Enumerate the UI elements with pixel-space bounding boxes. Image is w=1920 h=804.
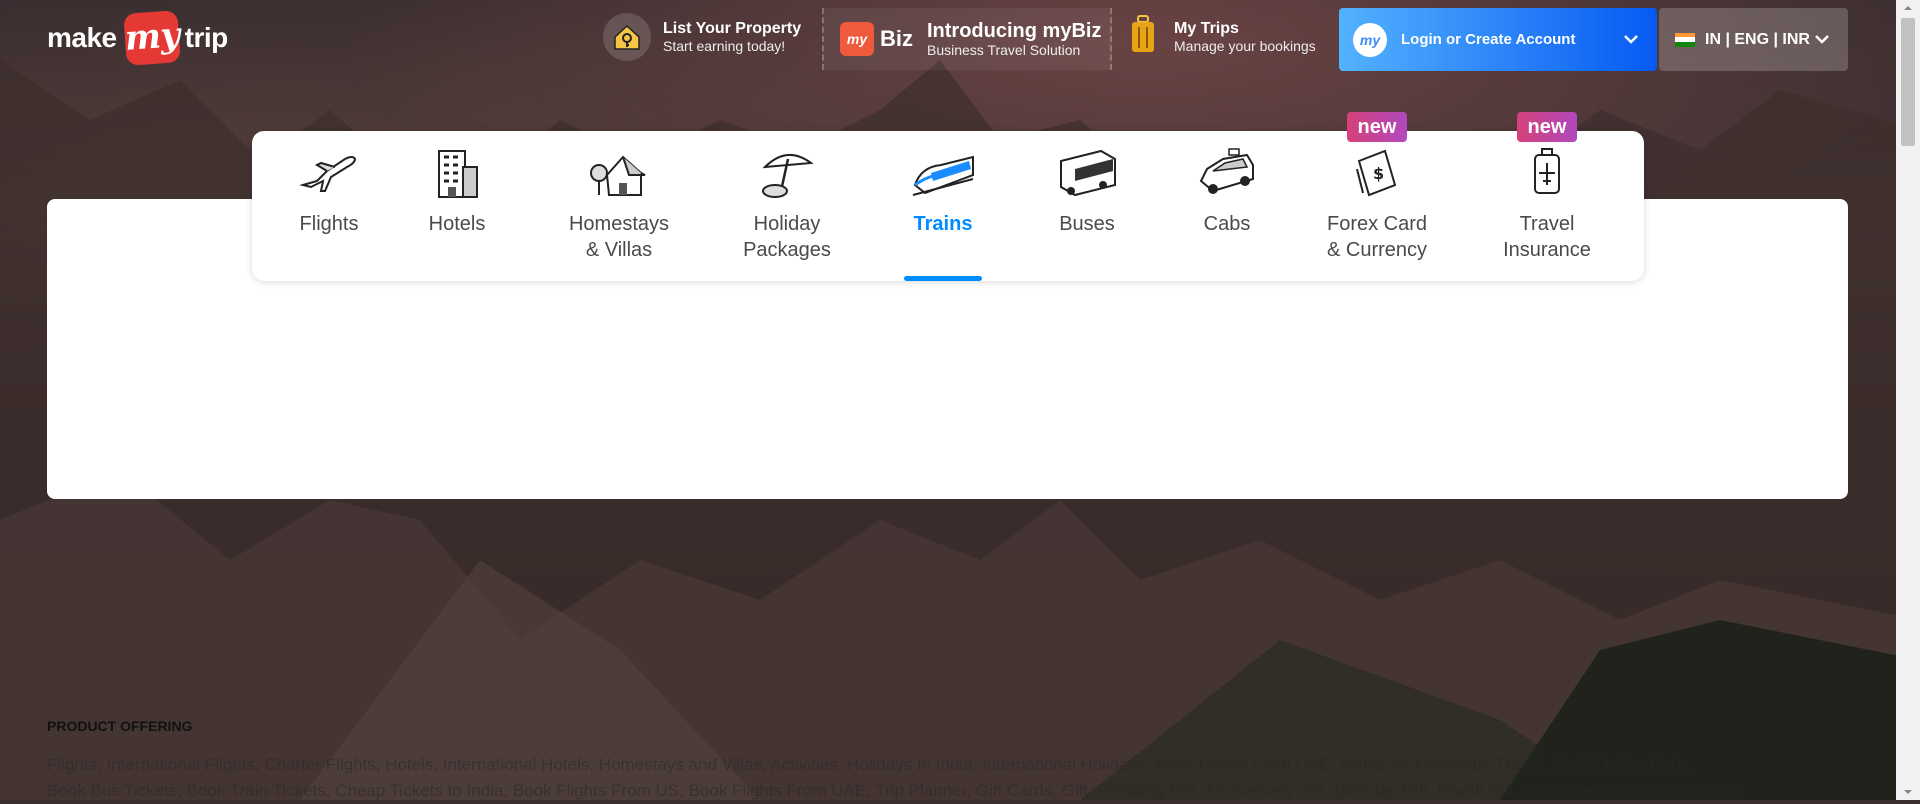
svg-text:$: $ xyxy=(1373,164,1384,183)
tab-cabs[interactable]: Cabs xyxy=(1172,131,1282,281)
tab-label: Forex Card & Currency xyxy=(1326,213,1428,261)
tab-label: Hotels xyxy=(428,213,486,235)
product-offering-links[interactable]: Flights, International Flights, Charter … xyxy=(47,752,1837,804)
mybiz-badge: my xyxy=(840,22,874,56)
india-flag-icon xyxy=(1675,32,1695,47)
top-header: make my trip List Your Property Start ea… xyxy=(0,0,1920,80)
tab-holiday-packages[interactable]: Holiday Packages xyxy=(722,131,852,281)
new-badge: new xyxy=(1347,112,1407,142)
new-badge: new xyxy=(1517,112,1577,142)
forex-card-icon: $ xyxy=(1356,149,1397,197)
login-label: Login or Create Account xyxy=(1401,31,1576,48)
homestay-icon xyxy=(590,155,646,196)
tab-label: Cabs xyxy=(1203,213,1251,235)
tab-label: Travel Insurance xyxy=(1503,213,1591,261)
tab-label: Flights xyxy=(299,213,359,235)
list-property-link[interactable]: List Your Property Start earning today! xyxy=(603,12,801,62)
scroll-up-icon[interactable] xyxy=(1896,0,1920,16)
tab-forex[interactable]: new $ Forex Card & Currency xyxy=(1312,112,1442,281)
chevron-down-icon xyxy=(1623,31,1639,49)
page-scrollbar[interactable] xyxy=(1896,0,1920,800)
train-icon xyxy=(912,155,974,196)
lob-tabs: Flights Hotels Homestays & Villas Holiday… xyxy=(252,112,1644,281)
tab-hotels[interactable]: Hotels xyxy=(402,131,512,281)
cab-icon xyxy=(1199,148,1254,194)
my-trips-title: My Trips xyxy=(1174,20,1239,37)
house-key-icon xyxy=(603,13,651,61)
hotel-building-icon xyxy=(438,150,478,198)
tab-label: Trains xyxy=(913,213,973,235)
login-button[interactable]: my Login or Create Account xyxy=(1339,8,1657,71)
mybiz-suffix: Biz xyxy=(880,26,913,51)
tab-homestays[interactable]: Homestays & Villas xyxy=(554,131,684,281)
mybiz-avatar: my xyxy=(1353,22,1387,57)
suitcase-icon xyxy=(1130,14,1156,60)
active-tab-indicator xyxy=(904,276,982,281)
logo-my-badge: my xyxy=(122,10,181,66)
beach-umbrella-icon xyxy=(762,154,814,198)
tab-label: Homestays & Villas xyxy=(568,213,670,261)
product-offering: PRODUCT OFFERING Flights, International … xyxy=(47,718,1837,804)
my-trips-subtitle: Manage your bookings xyxy=(1174,38,1316,54)
my-trips-link[interactable]: My Trips Manage your bookings xyxy=(1130,12,1316,62)
tab-label: Buses xyxy=(1059,213,1115,235)
mybiz-title: Introducing myBiz xyxy=(927,19,1102,42)
list-property-title: List Your Property xyxy=(663,20,802,37)
makemytrip-logo[interactable]: make my trip xyxy=(47,10,229,66)
tab-travel-insurance[interactable]: new Travel Insurance xyxy=(1482,112,1612,281)
locale-selector[interactable]: IN | ENG | INR xyxy=(1659,8,1848,71)
logo-trip: trip xyxy=(184,22,229,53)
scroll-down-icon[interactable] xyxy=(1896,784,1920,800)
tab-label: Holiday Packages xyxy=(743,213,831,261)
product-offering-line[interactable]: Book Bus Tickets, Book Train Tickets, Ch… xyxy=(47,778,1837,804)
product-offering-line[interactable]: Flights, International Flights, Charter … xyxy=(47,752,1837,778)
bus-icon xyxy=(1060,149,1116,197)
airplane-icon xyxy=(299,156,357,192)
logo-make: make xyxy=(47,22,117,53)
list-property-subtitle: Start earning today! xyxy=(663,38,786,54)
locale-label: IN | ENG | INR xyxy=(1705,30,1810,48)
product-offering-heading: PRODUCT OFFERING xyxy=(47,718,193,734)
tab-flights[interactable]: Flights xyxy=(274,131,384,281)
tab-buses[interactable]: Buses xyxy=(1032,131,1142,281)
insurance-icon xyxy=(1534,148,1560,194)
scrollbar-thumb[interactable] xyxy=(1901,18,1915,146)
chevron-down-icon xyxy=(1814,31,1830,49)
mybiz-subtitle: Business Travel Solution xyxy=(927,41,1081,58)
mybiz-link[interactable]: my Biz Introducing myBiz Business Travel… xyxy=(822,8,1112,70)
tab-trains[interactable]: Trains xyxy=(898,131,988,281)
